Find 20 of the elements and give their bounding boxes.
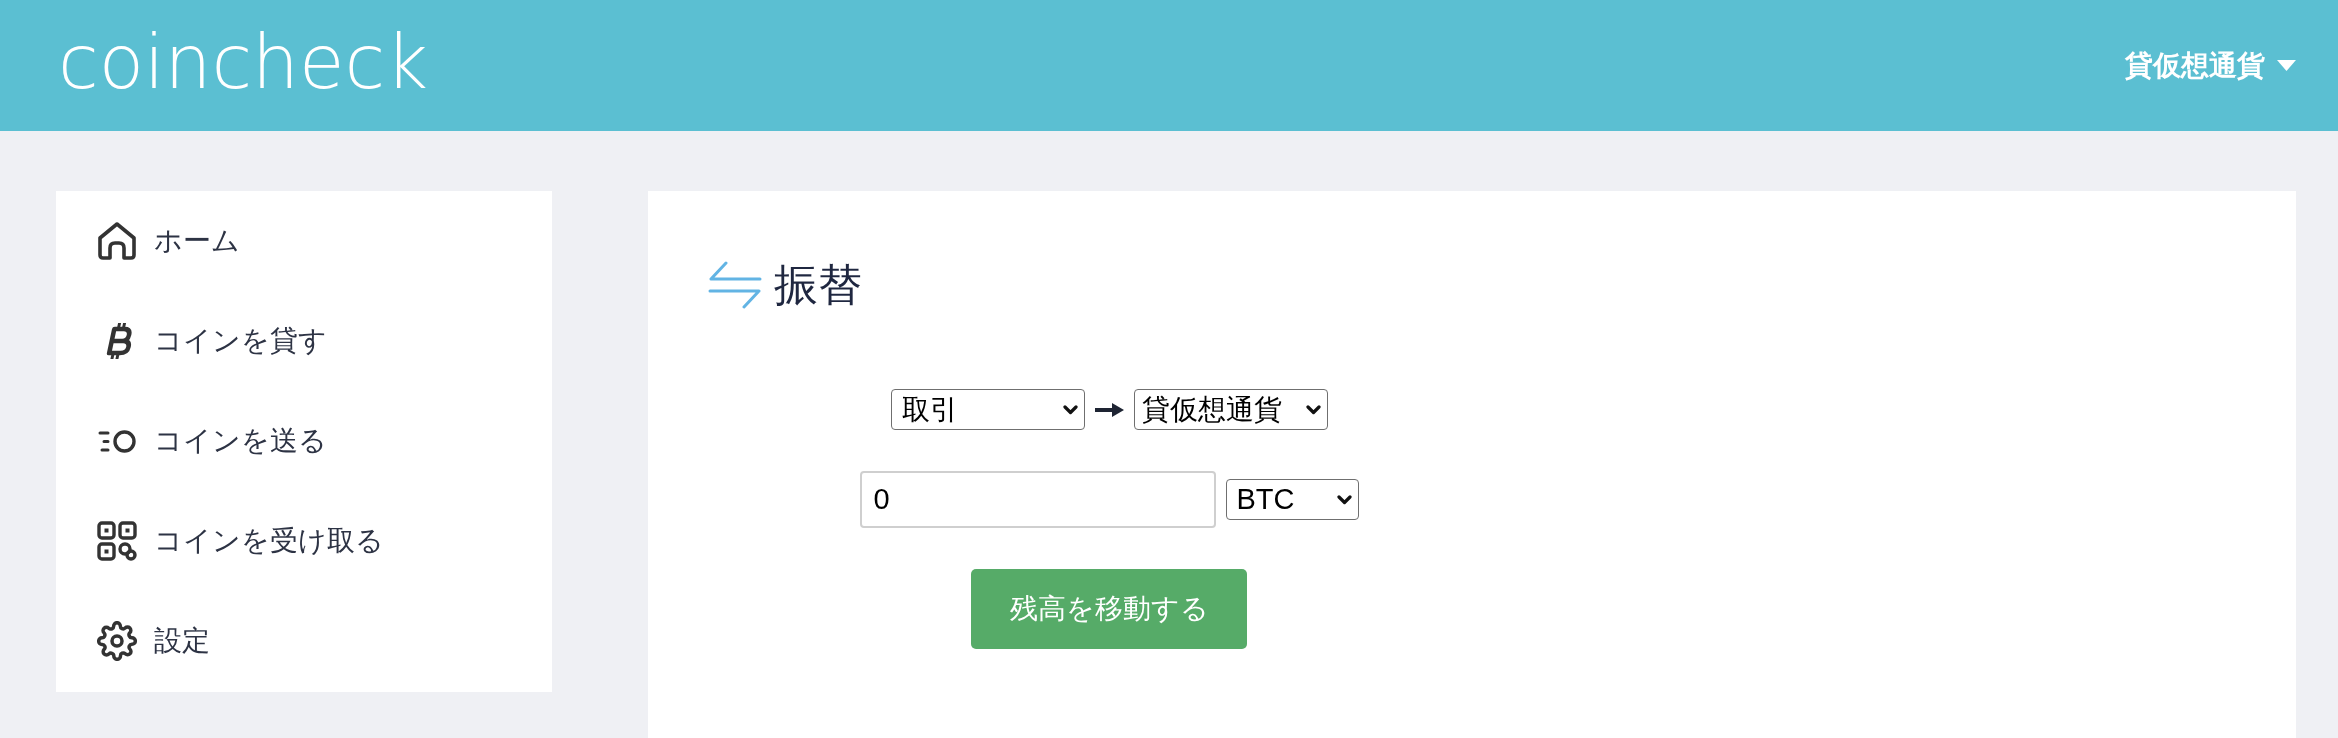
qr-code-icon <box>97 521 137 561</box>
chevron-down-icon <box>1305 404 1321 415</box>
settings-icon <box>97 621 137 661</box>
page-title: 振替 <box>774 263 862 307</box>
right-arrow-icon <box>1094 402 1124 417</box>
chevron-down-icon <box>1062 404 1078 415</box>
destination-account-select[interactable]: 貸仮想通貨 <box>1133 389 1328 430</box>
caret-down-icon <box>2277 60 2296 71</box>
sidebar-item[interactable]: コインを受け取る <box>56 491 552 591</box>
sidebar-item[interactable]: コインを貸す <box>56 291 552 391</box>
transfer-arrows-icon <box>708 261 762 309</box>
coin-send-icon <box>97 429 137 453</box>
sidebar-item[interactable]: ホーム <box>56 191 552 291</box>
sidebar-item[interactable]: 設定 <box>56 591 552 691</box>
chevron-down-icon <box>1336 494 1352 505</box>
amount-field[interactable]: 0 <box>859 471 1216 528</box>
currency-select[interactable]: BTC <box>1225 479 1359 520</box>
home-icon <box>97 221 137 261</box>
source-account-select[interactable]: 取引 <box>890 389 1085 430</box>
sidebar-item[interactable]: コインを送る <box>56 391 552 491</box>
